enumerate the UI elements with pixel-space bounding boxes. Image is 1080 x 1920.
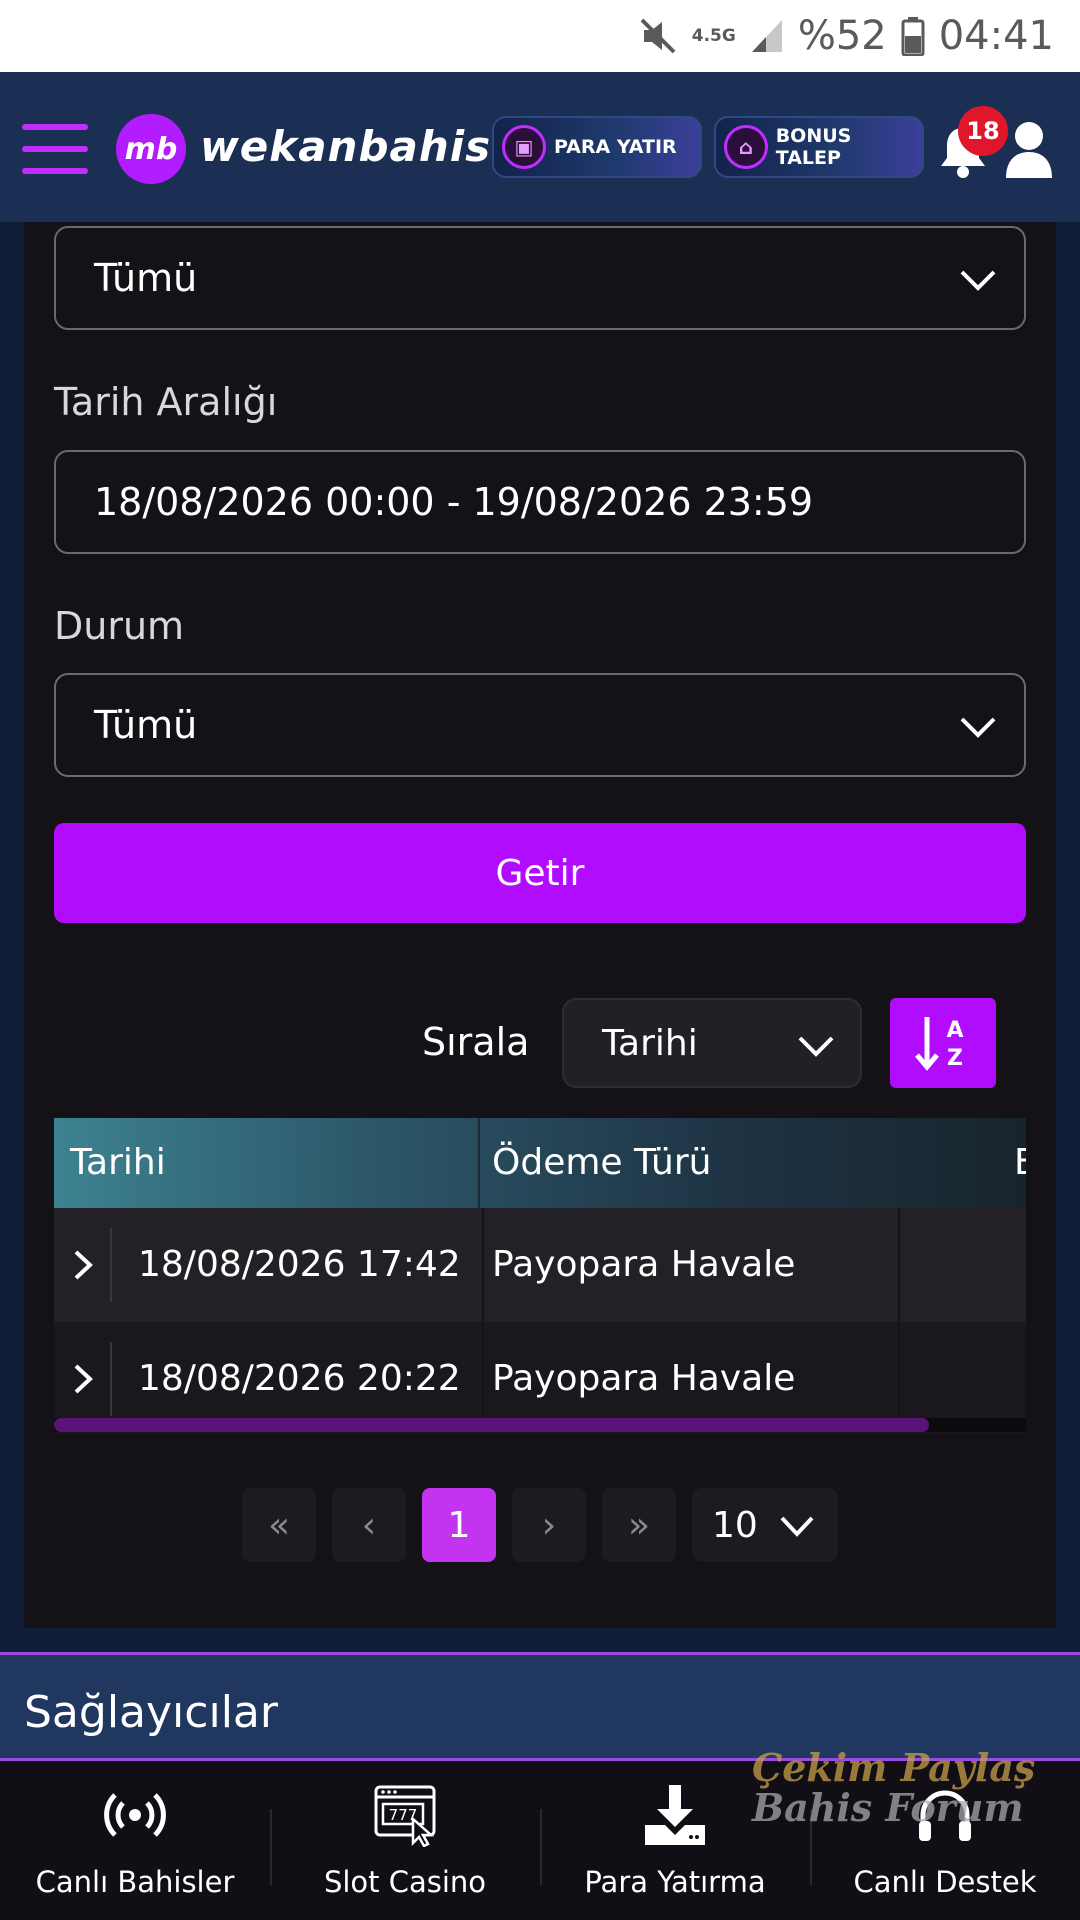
nav-slot-casino[interactable]: 777 Slot Casino	[270, 1761, 540, 1920]
prev-page-button[interactable]: ‹	[332, 1488, 406, 1562]
menu-icon[interactable]	[22, 124, 88, 174]
horizontal-scrollbar-thumb[interactable]	[54, 1418, 929, 1432]
notification-badge: 18	[958, 106, 1008, 156]
first-page-button[interactable]: «	[242, 1488, 316, 1562]
watermark-line1: Çekim Paylaş	[752, 1745, 1036, 1790]
row-payment-type: Payopara Havale	[492, 1244, 796, 1285]
sort-direction-button[interactable]: A Z	[890, 998, 996, 1088]
logo-text[interactable]: wekanbahis	[200, 122, 491, 171]
date-range-input[interactable]: 18/08/2026 00:00 - 19/08/2026 23:59	[54, 450, 1026, 554]
row-date: 18/08/2026 17:42	[138, 1244, 461, 1285]
bonus-request-button[interactable]: ⌂ BONUS TALEP	[714, 116, 924, 178]
column-header-next[interactable]: E	[1014, 1142, 1026, 1183]
status-label: Durum	[54, 604, 185, 648]
chevron-right-icon[interactable]	[70, 1248, 96, 1282]
status-select-value: Tümü	[94, 703, 198, 747]
nav-label: Canlı Bahisler	[35, 1865, 235, 1899]
type-select[interactable]: Tümü	[54, 226, 1026, 330]
battery-icon	[901, 16, 925, 56]
next-page-button[interactable]: ›	[512, 1488, 586, 1562]
column-header-payment-type[interactable]: Ödeme Türü	[492, 1142, 711, 1183]
chevron-down-icon	[780, 1516, 814, 1537]
transactions-table: Tarihi Ödeme Türü E 18/08/2026 17:42 Pay…	[54, 1118, 1026, 1434]
status-bar: 4.5G %52 04:41	[0, 0, 1080, 72]
providers-title: Sağlayıcılar	[24, 1687, 278, 1738]
page-size-select[interactable]: 10	[692, 1488, 838, 1562]
sort-az-icon: A Z	[915, 1017, 964, 1071]
slot-machine-icon: 777	[374, 1785, 436, 1847]
chevron-right-icon[interactable]	[70, 1362, 96, 1396]
last-page-button[interactable]: »	[602, 1488, 676, 1562]
nav-live-bets[interactable]: Canlı Bahisler	[0, 1761, 270, 1920]
app-header: mb wekanbahis ▣ PARA YATIR ⌂ BONUS TALEP…	[0, 72, 1080, 222]
clock: 04:41	[938, 13, 1054, 59]
nav-label: Canlı Destek	[853, 1865, 1037, 1899]
page-size-value: 10	[712, 1504, 758, 1546]
table-row[interactable]: 18/08/2026 17:42 Payopara Havale	[54, 1208, 1026, 1322]
bonus-label: BONUS TALEP	[775, 125, 852, 169]
type-select-value: Tümü	[94, 256, 198, 300]
watermark-line2: Bahis Forum	[752, 1785, 1024, 1830]
date-range-value: 18/08/2026 00:00 - 19/08/2026 23:59	[94, 480, 814, 524]
column-header-date[interactable]: Tarihi	[70, 1142, 166, 1183]
transaction-history-panel: Tümü Tarih Aralığı 18/08/2026 00:00 - 19…	[24, 222, 1056, 1628]
current-page-button[interactable]: 1	[422, 1488, 496, 1562]
signal-icon	[750, 18, 784, 54]
sort-select-value: Tarihi	[602, 1022, 698, 1064]
nav-label: Slot Casino	[323, 1865, 487, 1899]
live-broadcast-icon	[104, 1793, 166, 1837]
download-deposit-icon	[645, 1785, 705, 1845]
watermark: Çekim Paylaş Bahis Forum	[752, 1748, 1080, 1848]
chevron-down-icon	[960, 717, 996, 738]
chevron-down-icon	[798, 1036, 834, 1057]
battery-percent: %52	[797, 13, 887, 59]
providers-section[interactable]: Sağlayıcılar	[0, 1652, 1080, 1758]
deposit-label: PARA YATIR	[554, 136, 677, 158]
fetch-button[interactable]: Getir	[54, 823, 1026, 923]
row-date: 18/08/2026 20:22	[138, 1358, 461, 1399]
deposit-button[interactable]: ▣ PARA YATIR	[492, 116, 702, 178]
logo-mark[interactable]: mb	[116, 114, 186, 184]
network-type: 4.5G	[691, 26, 736, 46]
sort-select[interactable]: Tarihi	[562, 998, 862, 1088]
status-select[interactable]: Tümü	[54, 673, 1026, 777]
wallet-icon: ▣	[502, 125, 546, 169]
sort-label: Sırala	[422, 1020, 530, 1064]
svg-text:Z: Z	[947, 1046, 963, 1071]
svg-text:A: A	[946, 1018, 963, 1043]
date-range-label: Tarih Aralığı	[54, 380, 278, 424]
user-icon[interactable]	[1004, 120, 1054, 180]
row-payment-type: Payopara Havale	[492, 1358, 796, 1399]
table-header: Tarihi Ödeme Türü E	[54, 1118, 1026, 1208]
mute-icon	[638, 16, 678, 56]
gift-icon: ⌂	[724, 125, 768, 169]
nav-label: Para Yatırma	[584, 1865, 766, 1899]
chevron-down-icon	[960, 270, 996, 291]
